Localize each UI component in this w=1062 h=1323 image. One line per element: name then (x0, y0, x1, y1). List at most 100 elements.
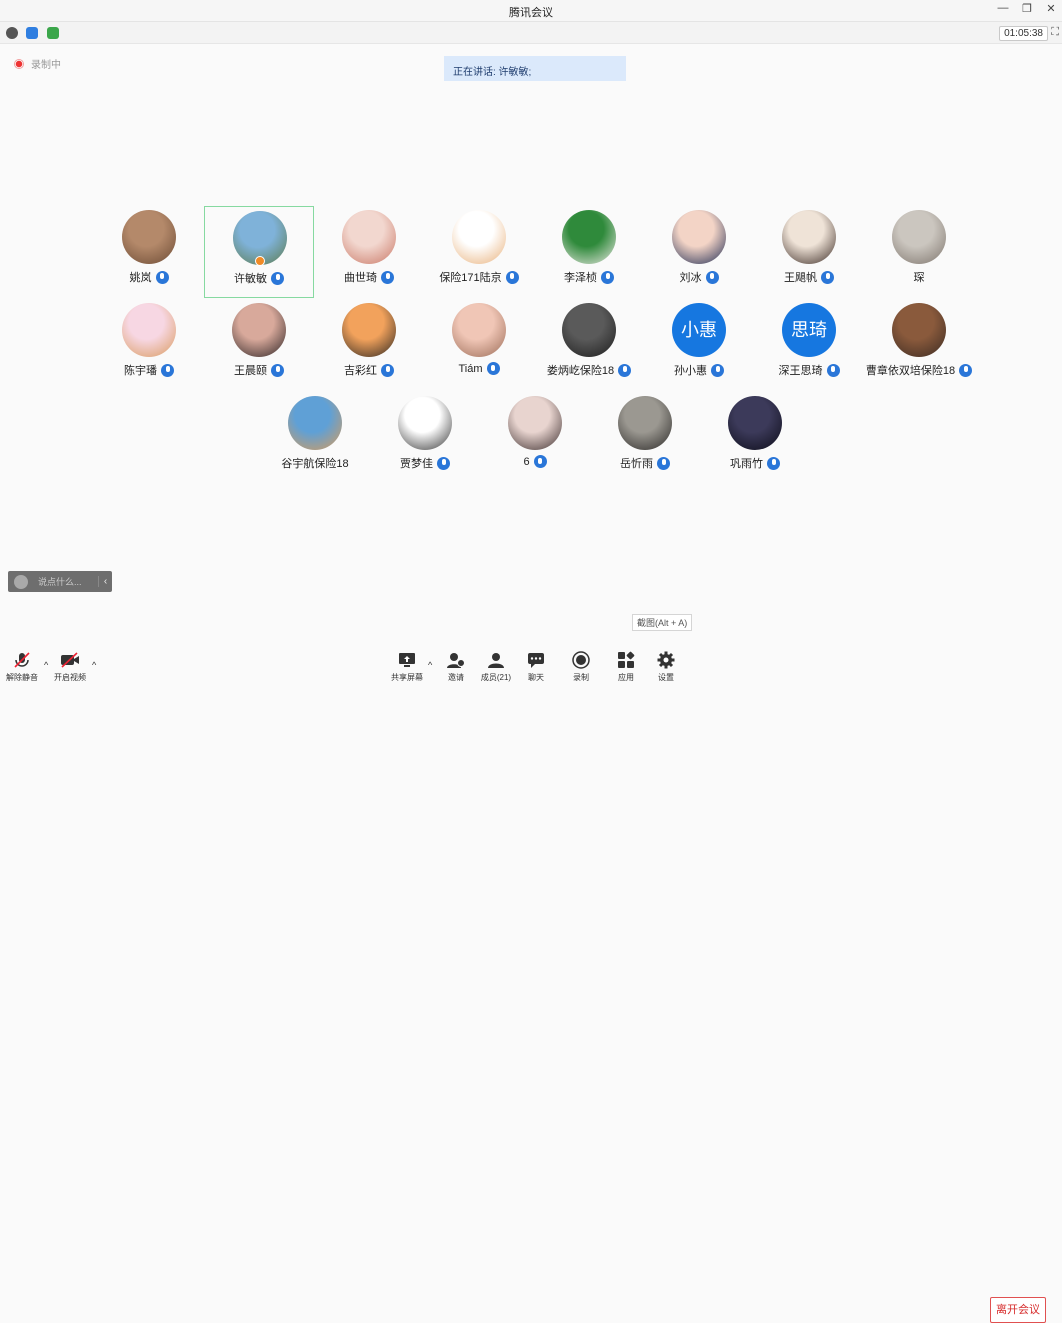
video-button[interactable]: 开启视频 (50, 650, 90, 683)
invite-label: 邀请 (448, 673, 464, 682)
participant-name: 李泽桢 (564, 272, 597, 284)
participant-name-row: 巩雨竹 (680, 455, 830, 471)
mic-icon (826, 363, 840, 377)
chat-label: 聊天 (528, 673, 544, 682)
participant-name: 曹章依双培保险18 (865, 365, 956, 377)
meeting-timer: 01:05:38 (999, 26, 1048, 41)
close-button[interactable]: ✕ (1044, 2, 1058, 15)
mic-icon (601, 270, 614, 284)
participant-name: 谷宇航保险18 (281, 458, 349, 470)
security-shield-icon[interactable] (26, 27, 38, 39)
participant-name: 许敏敏 (234, 273, 267, 285)
participant-tile[interactable]: 巩雨竹 (700, 392, 810, 484)
window-controls: — ❐ ✕ (996, 2, 1058, 15)
mic-icon (155, 270, 169, 284)
info-icon[interactable] (6, 27, 18, 39)
emoji-icon[interactable] (14, 574, 28, 589)
invite-icon (447, 653, 465, 668)
avatar (782, 210, 836, 264)
unmute-label: 解除静音 (6, 673, 38, 682)
restore-button[interactable]: ❐ (1020, 2, 1034, 15)
members-button[interactable]: 成员(21) (476, 650, 516, 683)
chat-button[interactable]: 聊天 (516, 650, 556, 683)
participant-name: 曲世琦 (344, 272, 377, 284)
participant-name: 娄炳屹保险18 (546, 365, 615, 377)
screenshot-tooltip: 截图(Alt + A) (632, 614, 693, 631)
participant-name: 姚岚 (129, 272, 152, 284)
avatar (452, 303, 506, 357)
avatar (562, 303, 616, 357)
record-dot-icon (14, 58, 24, 69)
leave-meeting-button[interactable]: 离开会议 (990, 1297, 1046, 1323)
apps-icon (618, 651, 635, 668)
settings-label: 设置 (658, 673, 674, 682)
mic-icon (711, 363, 724, 377)
share-options-chevron-icon[interactable]: ^ (428, 660, 432, 670)
share-screen-button[interactable]: 共享屏幕 (387, 650, 427, 683)
participant-name: 巩雨竹 (730, 458, 763, 470)
window-title: 腾讯会议 (509, 7, 553, 19)
mic-icon (657, 456, 670, 470)
avatar (508, 396, 562, 450)
participant-name: 王飓帆 (784, 272, 817, 284)
participant-name: 岳忻雨 (620, 458, 653, 470)
chat-input-bar[interactable]: 说点什么... ‹ (8, 571, 112, 592)
avatar (728, 396, 782, 450)
chat-placeholder[interactable]: 说点什么... (38, 575, 98, 588)
mic-icon (161, 363, 174, 377)
settings-button[interactable]: 设置 (646, 650, 686, 683)
avatar (122, 210, 176, 264)
avatar (122, 303, 176, 357)
participant-name: 保险171陆京 (439, 272, 502, 284)
participant-tile[interactable]: 贾梦佳 (370, 392, 480, 484)
apps-label: 应用 (618, 673, 634, 682)
avatar (398, 396, 452, 450)
speaking-banner: 正在讲话: 许敏敏; (444, 56, 626, 81)
audio-options-chevron-icon[interactable]: ^ (44, 660, 48, 670)
mic-icon (767, 456, 780, 470)
share-screen-icon (399, 653, 415, 667)
record-button[interactable]: 录制 (561, 650, 601, 683)
invite-button[interactable]: 邀请 (436, 650, 476, 683)
avatar (452, 210, 506, 264)
participant-name: 吉彩红 (344, 365, 377, 377)
participant-tile[interactable]: 琛 (864, 206, 974, 298)
avatar (618, 396, 672, 450)
video-options-chevron-icon[interactable]: ^ (92, 660, 96, 670)
participant-name: 深王思琦 (778, 365, 823, 377)
record-icon (572, 651, 590, 669)
mic-icon (437, 456, 450, 470)
participant-name: 6 (523, 455, 530, 468)
mic-icon (381, 270, 394, 284)
unmute-button[interactable]: 解除静音 (2, 650, 42, 683)
members-label: 成员(21) (480, 673, 512, 682)
participant-name-row: 曹章依双培保险18 (844, 362, 994, 378)
participant-name: 琛 (913, 272, 925, 284)
participant-name: Tiám (458, 362, 483, 375)
mic-icon (381, 363, 394, 377)
mic-icon (533, 455, 547, 468)
mic-muted-icon (14, 652, 30, 668)
avatar (342, 303, 396, 357)
collapse-chevron-icon[interactable]: ‹ (98, 576, 112, 587)
participant-tile[interactable]: 曹章依双培保险18 (864, 299, 974, 391)
share-screen-label: 共享屏幕 (391, 673, 423, 682)
participant-name-row: 琛 (844, 269, 994, 285)
avatar: 小惠 (672, 303, 726, 357)
video-label: 开启视频 (54, 673, 86, 682)
minimize-button[interactable]: — (996, 2, 1010, 15)
mic-icon (271, 271, 284, 285)
avatar (672, 210, 726, 264)
record-label: 录制 (573, 673, 589, 682)
avatar (562, 210, 616, 264)
mic-icon (271, 363, 284, 377)
avatar (892, 210, 946, 264)
members-icon (488, 653, 504, 668)
recording-label: 录制中 (31, 60, 61, 71)
participant-tile[interactable]: 吉彩红 (314, 299, 424, 391)
fullscreen-icon[interactable]: ⛶ (1051, 26, 1059, 39)
apps-button[interactable]: 应用 (606, 650, 646, 683)
mic-icon (486, 362, 500, 375)
network-signal-icon[interactable] (47, 27, 59, 39)
participant-name: 孙小惠 (674, 365, 707, 377)
